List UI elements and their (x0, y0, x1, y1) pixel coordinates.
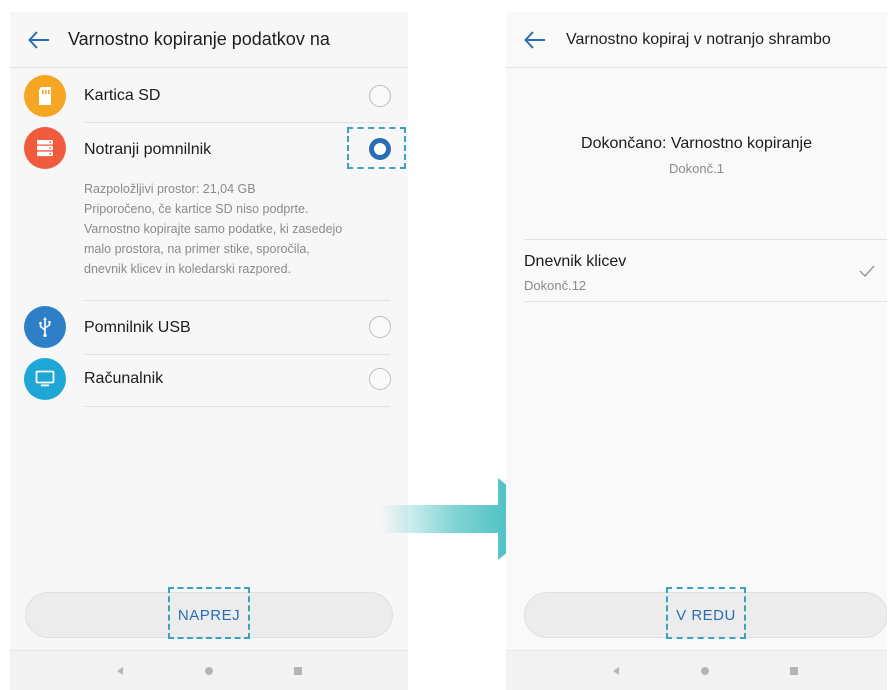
nav-recents-icon[interactable] (283, 651, 313, 690)
divider (524, 301, 887, 302)
option-label: Kartica SD (84, 87, 161, 104)
highlight-box-radio (347, 127, 406, 169)
left-screen: Varnostno kopiranje podatkov na Kartica … (10, 12, 408, 690)
result-title: Dnevnik klicev (524, 253, 627, 270)
option-label: Notranji pomnilnik (84, 141, 212, 158)
storage-icon (24, 127, 66, 169)
navigation-bar (10, 650, 408, 690)
checkmark-icon (859, 264, 875, 282)
radio-sd-card[interactable] (369, 85, 391, 107)
divider (84, 300, 390, 301)
status-title: Dokončano: Varnostno kopiranje (581, 135, 812, 152)
page-title: Varnostno kopiranje podatkov na (68, 29, 330, 49)
radio-computer[interactable] (369, 368, 391, 390)
computer-icon (24, 358, 66, 400)
storage-description: Priporočeno, če kartice SD niso podprte.… (84, 202, 343, 276)
divider (84, 354, 390, 355)
result-subtitle: Dokonč.12 (524, 278, 587, 293)
nav-back-icon[interactable] (601, 651, 631, 690)
sd-card-icon (24, 75, 66, 117)
navigation-bar (506, 650, 887, 690)
back-arrow-icon[interactable] (524, 29, 546, 51)
nav-back-icon[interactable] (105, 651, 135, 690)
right-header: Varnostno kopiraj v notranjo shrambo (506, 12, 887, 68)
status-subtitle: Dokonč.1 (669, 161, 724, 176)
radio-usb-storage[interactable] (369, 316, 391, 338)
right-screen: Varnostno kopiraj v notranjo shrambo Dok… (506, 12, 887, 690)
highlight-box-next (168, 587, 250, 639)
storage-info: Razpoložljivi prostor: 21,04 GB (84, 182, 256, 196)
option-label: Pomnilnik USB (84, 319, 191, 336)
option-usb-storage[interactable]: Pomnilnik USB (10, 302, 408, 354)
nav-recents-icon[interactable] (779, 651, 809, 690)
nav-home-icon[interactable] (690, 651, 720, 690)
divider (84, 122, 390, 123)
usb-icon (24, 306, 66, 348)
divider (84, 406, 390, 407)
nav-home-icon[interactable] (194, 651, 224, 690)
highlight-box-ok (666, 587, 746, 639)
option-label: Računalnik (84, 370, 164, 387)
back-arrow-icon[interactable] (28, 29, 50, 51)
left-header: Varnostno kopiranje podatkov na (10, 12, 408, 68)
divider (524, 239, 887, 240)
option-computer[interactable]: Računalnik (10, 356, 408, 408)
option-sd-card[interactable]: Kartica SD (10, 70, 408, 122)
page-title: Varnostno kopiraj v notranjo shrambo (566, 30, 831, 48)
